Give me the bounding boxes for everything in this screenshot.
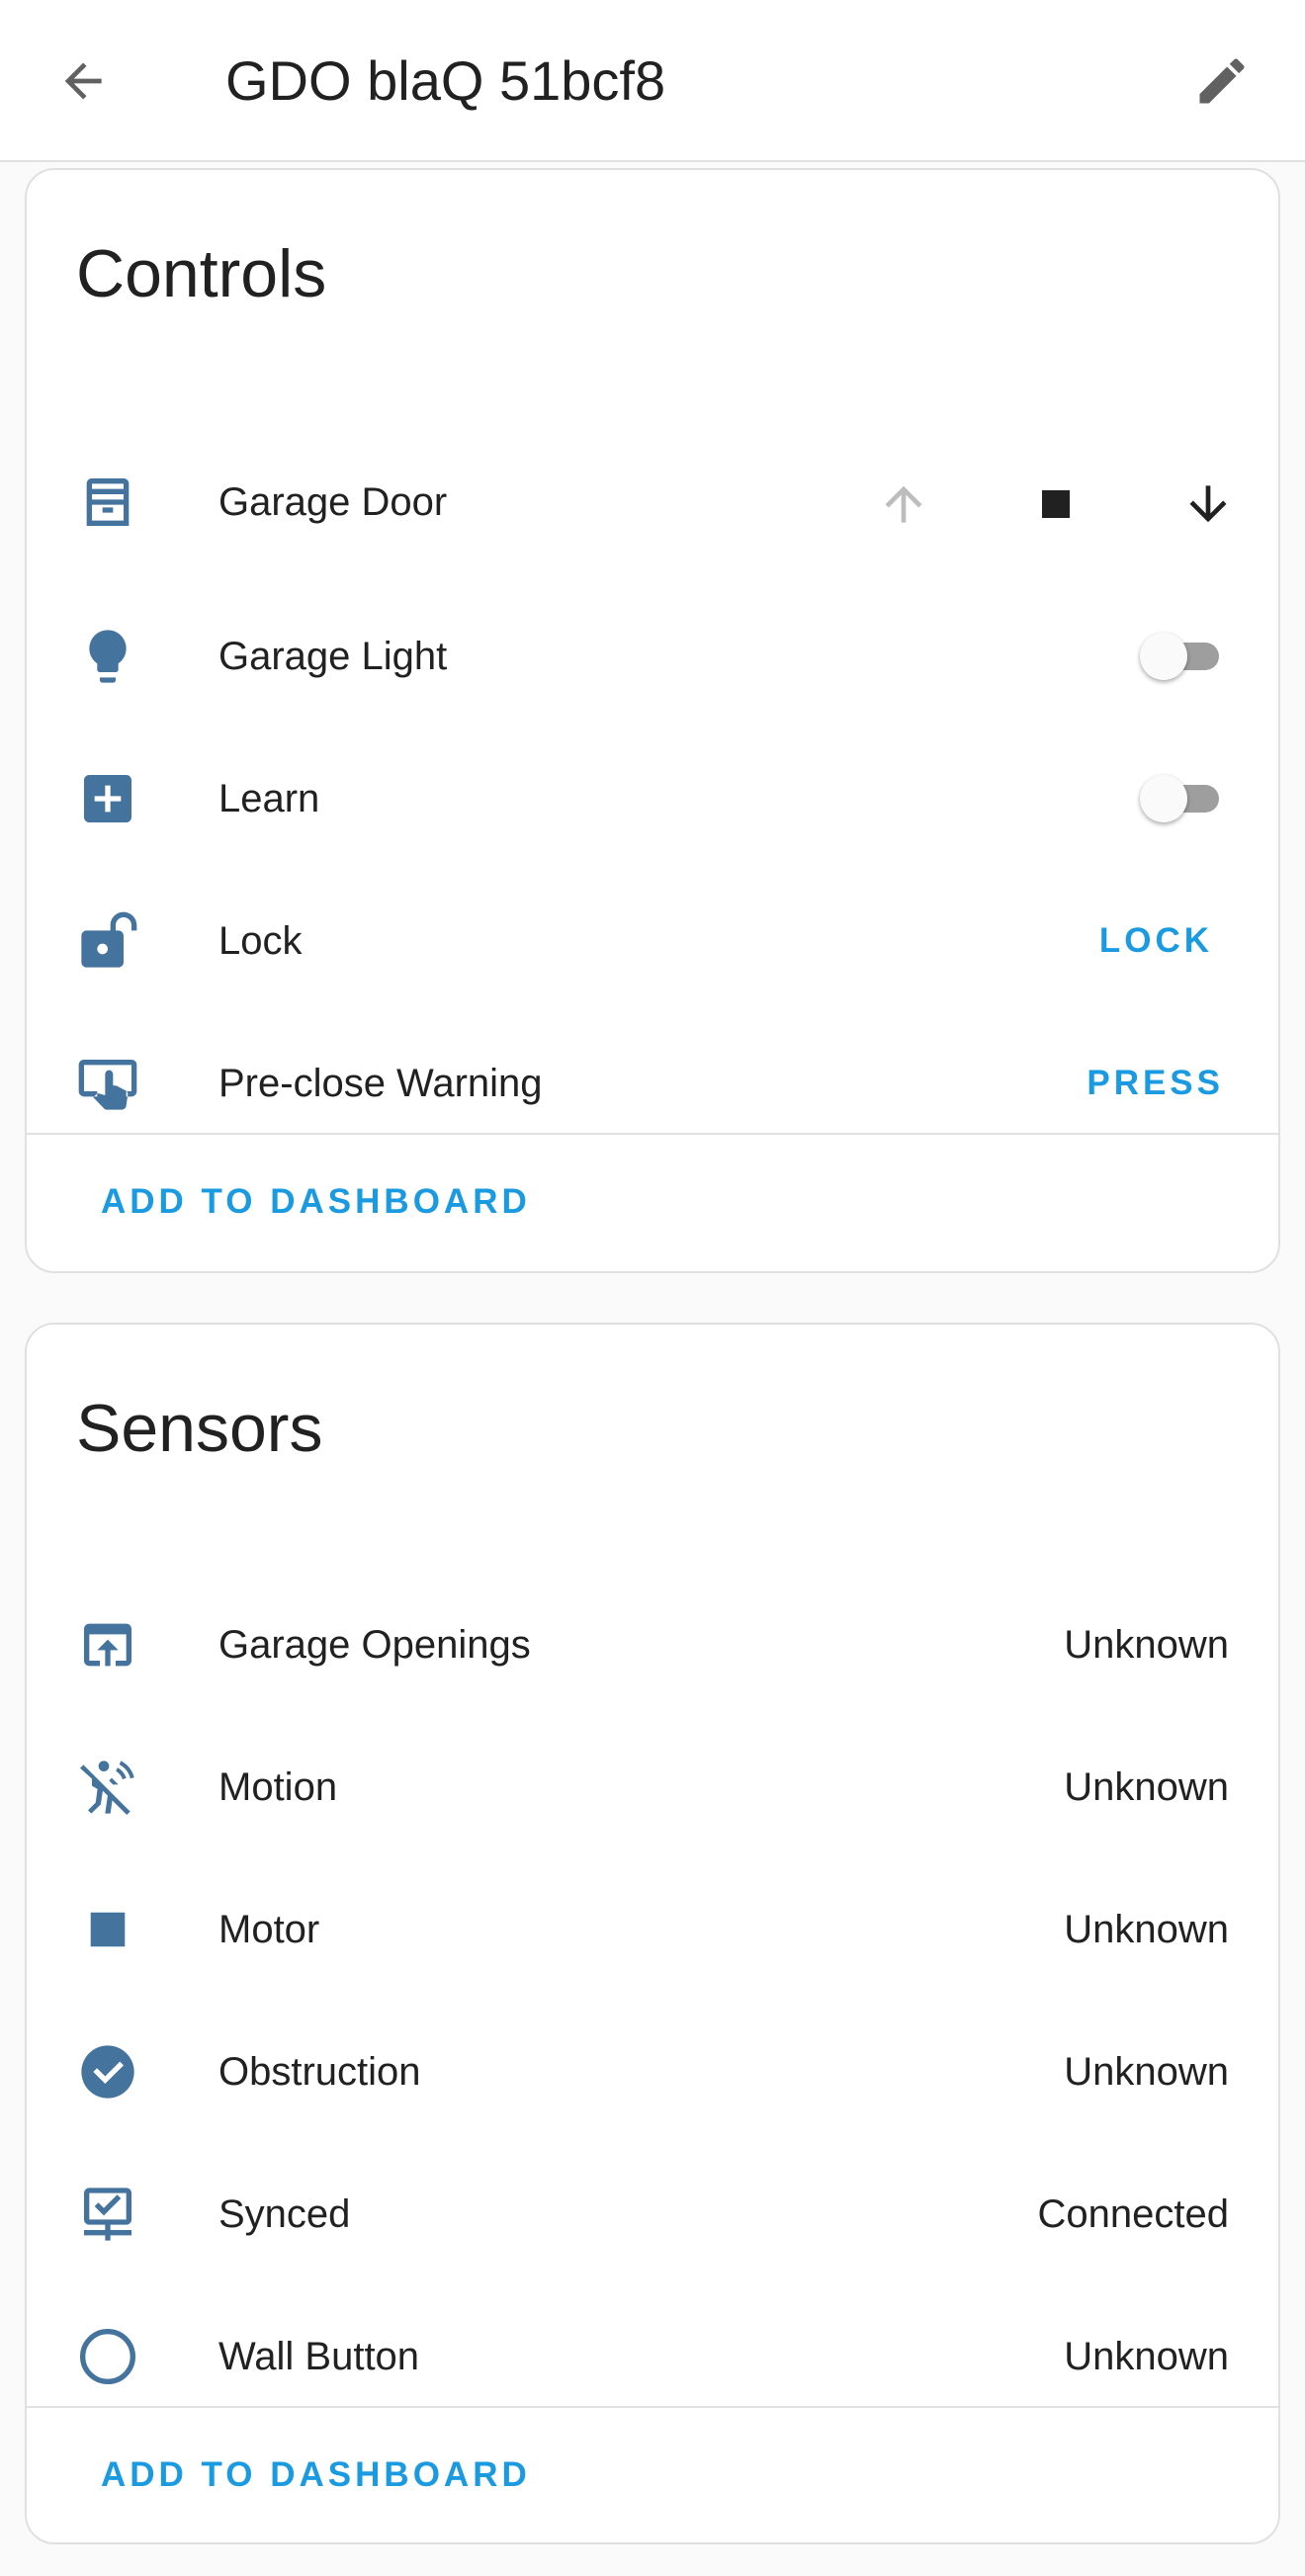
arrow-left-icon bbox=[64, 62, 102, 100]
control-label: Garage Door bbox=[218, 480, 448, 524]
sensor-row-motor[interactable]: Motor Unknown bbox=[27, 1870, 1278, 1989]
sensor-value: Unknown bbox=[1064, 1765, 1229, 1809]
sensor-label: Synced bbox=[218, 2192, 351, 2236]
lock-open-icon bbox=[76, 909, 139, 973]
add-to-dashboard-button[interactable]: ADD TO DASHBOARD bbox=[101, 1172, 531, 1232]
stop-icon bbox=[1042, 490, 1070, 518]
press-button[interactable]: PRESS bbox=[1087, 1024, 1224, 1143]
toggle-thumb bbox=[1140, 633, 1187, 680]
app-bar: GDO blaQ 51bcf8 bbox=[0, 0, 1305, 162]
motion-sensor-off-icon bbox=[76, 1756, 139, 1819]
sensor-row-obstruction[interactable]: Obstruction Unknown bbox=[27, 2013, 1278, 2131]
sensor-label: Obstruction bbox=[218, 2050, 421, 2094]
card-divider bbox=[27, 1133, 1278, 1135]
control-row-learn[interactable]: Learn bbox=[27, 739, 1278, 858]
open-cover-button[interactable] bbox=[872, 472, 935, 536]
plus-box-icon bbox=[76, 767, 139, 830]
sensor-label: Garage Openings bbox=[218, 1623, 531, 1667]
square-icon bbox=[76, 1898, 139, 1961]
control-label: Garage Light bbox=[218, 635, 448, 678]
add-to-dashboard-button[interactable]: ADD TO DASHBOARD bbox=[101, 2446, 531, 2505]
control-label: Pre-close Warning bbox=[218, 1062, 543, 1105]
back-button[interactable] bbox=[47, 45, 119, 117]
control-label: Lock bbox=[218, 919, 303, 963]
sensor-value: Connected bbox=[1037, 2192, 1229, 2236]
sensor-value: Unknown bbox=[1064, 1623, 1229, 1667]
sensor-row-motion[interactable]: Motion Unknown bbox=[27, 1728, 1278, 1846]
controls-card: Controls Garage Door Garage Light Learn … bbox=[25, 168, 1280, 1273]
control-row-pre-close-warning[interactable]: Pre-close Warning PRESS bbox=[27, 1024, 1278, 1143]
arrow-up-icon bbox=[885, 485, 922, 523]
sensor-value: Unknown bbox=[1064, 2050, 1229, 2094]
open-in-app-icon bbox=[76, 1613, 139, 1676]
card-divider bbox=[27, 2406, 1278, 2408]
sensor-label: Motion bbox=[218, 1765, 338, 1809]
sensor-row-wall-button[interactable]: Wall Button Unknown bbox=[27, 2297, 1278, 2416]
sensors-title: Sensors bbox=[76, 1391, 323, 1466]
arrow-down-icon bbox=[1189, 485, 1227, 523]
sensor-label: Wall Button bbox=[218, 2335, 420, 2378]
garage-light-toggle[interactable] bbox=[1140, 633, 1219, 680]
toggle-thumb bbox=[1140, 775, 1187, 822]
check-circle-icon bbox=[76, 2040, 139, 2104]
controls-title: Controls bbox=[76, 236, 327, 311]
close-cover-button[interactable] bbox=[1176, 472, 1240, 536]
control-row-garage-door[interactable]: Garage Door bbox=[27, 443, 1278, 561]
pencil-icon bbox=[1199, 58, 1245, 104]
lock-button[interactable]: LOCK bbox=[1099, 882, 1213, 1000]
control-row-lock[interactable]: Lock LOCK bbox=[27, 882, 1278, 1000]
page-title: GDO blaQ 51bcf8 bbox=[225, 49, 666, 112]
learn-toggle[interactable] bbox=[1140, 775, 1219, 822]
sensor-row-garage-openings[interactable]: Garage Openings Unknown bbox=[27, 1586, 1278, 1704]
sensor-label: Motor bbox=[218, 1908, 320, 1951]
lan-check-icon bbox=[76, 2183, 139, 2246]
sensor-value: Unknown bbox=[1064, 2335, 1229, 2378]
circle-outline-icon bbox=[76, 2325, 139, 2388]
gesture-tap-box-icon bbox=[76, 1052, 139, 1115]
lightbulb-icon bbox=[76, 625, 139, 688]
edit-button[interactable] bbox=[1186, 45, 1258, 117]
garage-icon bbox=[76, 471, 139, 534]
sensor-row-synced[interactable]: Synced Connected bbox=[27, 2155, 1278, 2274]
stop-cover-button[interactable] bbox=[1024, 472, 1088, 536]
sensor-value: Unknown bbox=[1064, 1908, 1229, 1951]
sensors-card: Sensors Garage Openings Unknown Motion U… bbox=[25, 1323, 1280, 2544]
control-label: Learn bbox=[218, 777, 320, 820]
control-row-garage-light[interactable]: Garage Light bbox=[27, 597, 1278, 716]
